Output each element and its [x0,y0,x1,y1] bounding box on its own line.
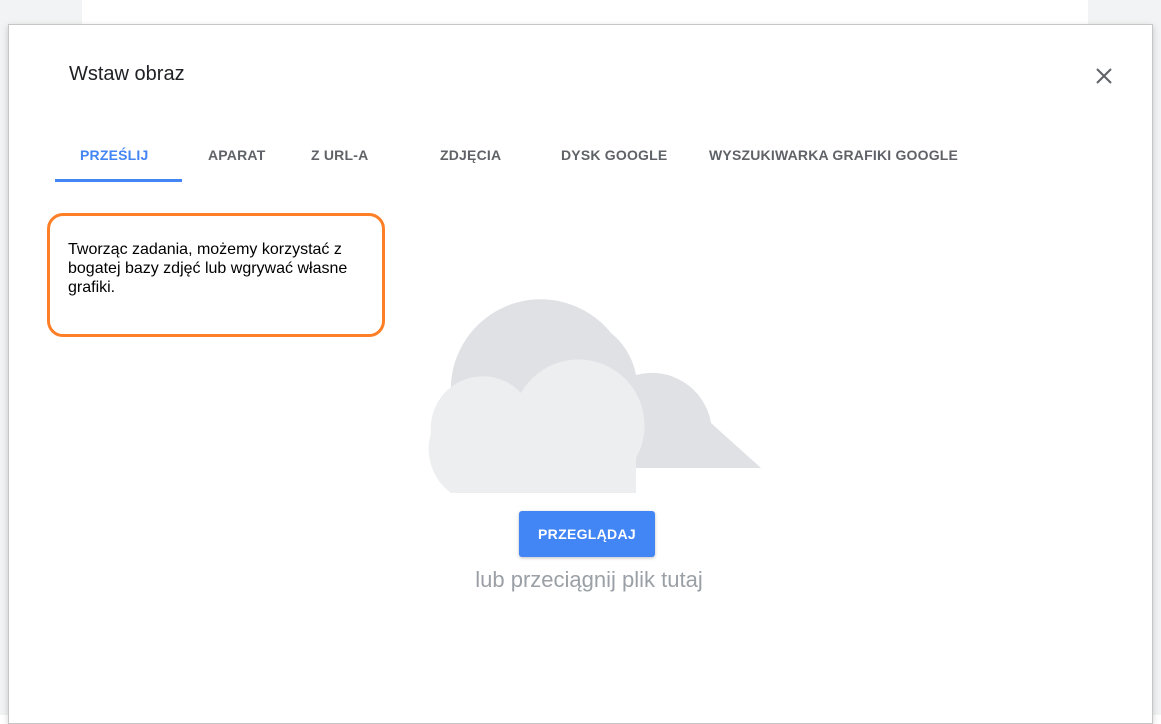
tab-google-drive[interactable]: DYSK GOOGLE [561,147,667,163]
close-icon [1096,68,1112,84]
insert-image-dialog: Wstaw obraz PRZEŚLIJ APARAT Z URL-A ZDJĘ… [8,24,1153,724]
drop-hint-text: lub przeciągnij plik tutaj [475,567,703,592]
close-button[interactable] [1089,61,1119,91]
callout-text: Tworząc zadania, możemy korzystać z boga… [68,241,348,296]
tab-upload[interactable]: PRZEŚLIJ [80,147,149,163]
dialog-title: Wstaw obraz [69,63,185,85]
tab-google-image-search[interactable]: WYSZUKIWARKA GRAFIKI GOOGLE [709,147,958,163]
tab-by-url[interactable]: Z URL-A [311,147,368,163]
cloud-icon [428,299,761,493]
tab-photos[interactable]: ZDJĘCIA [440,147,501,163]
background-strip-right [1088,0,1161,24]
background-right-edge [1153,0,1161,715]
tab-camera[interactable]: APARAT [208,147,265,163]
annotation-callout: Tworząc zadania, możemy korzystać z boga… [47,213,385,337]
background-strip-left [0,0,82,24]
background-left-edge [0,0,8,715]
browse-button[interactable]: PRZEGLĄDAJ [519,511,655,557]
active-tab-indicator [55,179,182,182]
